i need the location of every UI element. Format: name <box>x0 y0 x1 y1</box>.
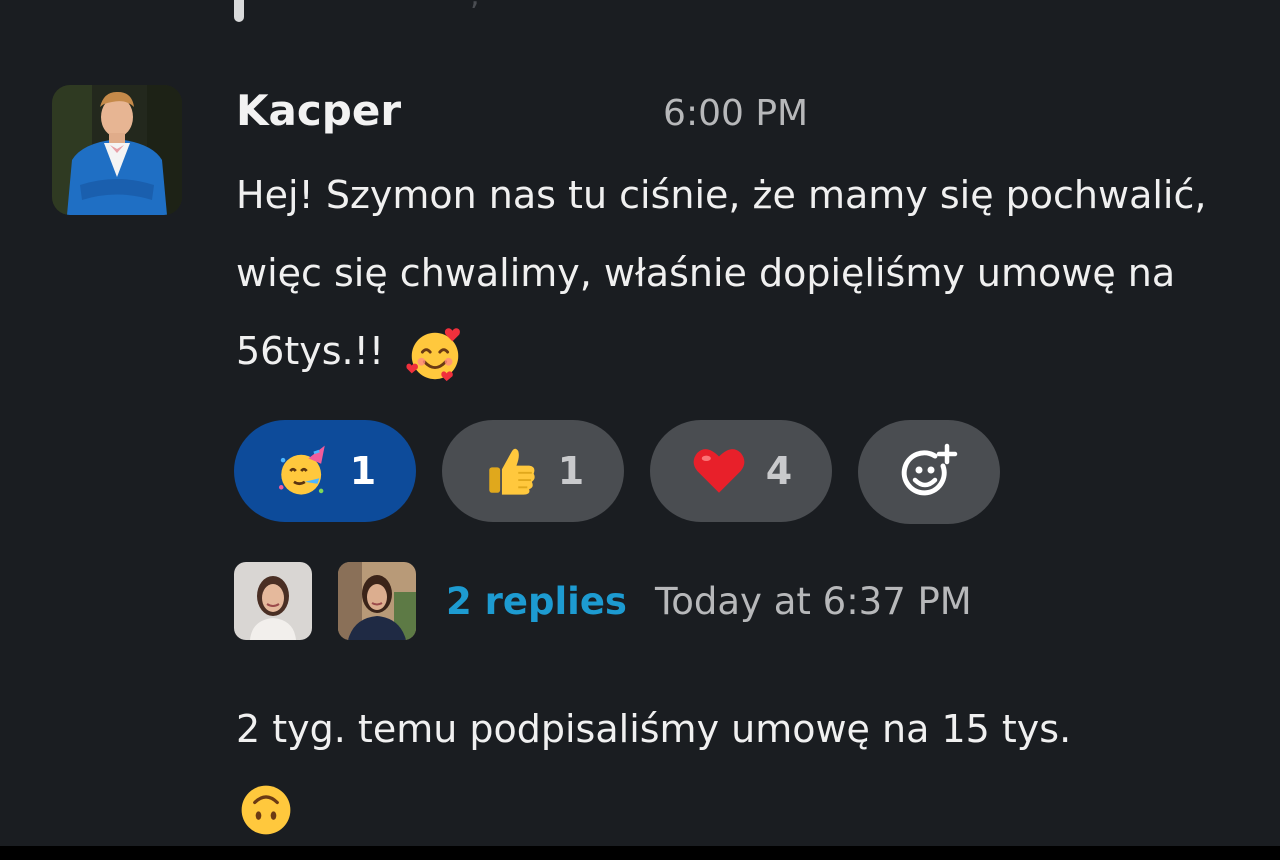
add-emoji-icon <box>901 443 958 496</box>
replies-count-link[interactable]: 2 replies <box>446 580 627 623</box>
reply-avatar-woman-2 <box>338 562 416 640</box>
message-text: Hej! Szymon nas tu ciśnie, że mamy się p… <box>236 173 1207 373</box>
bottom-edge <box>0 846 1280 860</box>
reply-avatar <box>338 562 416 640</box>
previous-message-fragment: , <box>470 0 850 8</box>
second-message-text: 2 tyg. temu podpisaliśmy umowę na 15 tys… <box>236 707 1072 751</box>
reaction-count: 1 <box>557 449 585 493</box>
add-reaction-button[interactable] <box>858 420 1000 524</box>
message-header: Kacper 6:00 PM <box>236 86 808 144</box>
thread-replies[interactable]: 2 replies Today at 6:37 PM <box>234 562 972 640</box>
reaction-heart[interactable]: 4 <box>650 420 832 522</box>
reply-avatar <box>234 562 312 640</box>
reaction-partying-face[interactable]: 1 <box>234 420 416 522</box>
author-avatar[interactable] <box>52 85 182 215</box>
thread-indicator-bar <box>234 0 244 22</box>
smiling-face-with-hearts-icon <box>406 327 461 381</box>
author-name[interactable]: Kacper <box>236 86 401 135</box>
message-body: Hej! Szymon nas tu ciśnie, że mamy się p… <box>236 156 1226 390</box>
thumbs-up-icon <box>489 448 535 495</box>
message-timestamp[interactable]: 6:00 PM <box>663 93 808 134</box>
reaction-count: 4 <box>765 449 793 493</box>
reactions-bar: 1 1 4 <box>234 420 1000 524</box>
partying-face-icon <box>278 445 325 495</box>
reaction-count: 1 <box>349 449 377 493</box>
slack-channel-view: , Kacper 6:00 PM Hej! Szymon nas tu ciśn… <box>0 0 1280 860</box>
upside-down-face-icon <box>241 785 291 834</box>
avatar-photo <box>52 85 182 215</box>
reply-avatar-woman-1 <box>234 562 312 640</box>
red-heart-icon <box>693 449 745 493</box>
last-reply-time: Today at 6:37 PM <box>654 579 972 623</box>
second-message-body: 2 tyg. temu podpisaliśmy umowę na 15 tys… <box>236 690 1256 846</box>
reaction-thumbs-up[interactable]: 1 <box>442 420 624 522</box>
